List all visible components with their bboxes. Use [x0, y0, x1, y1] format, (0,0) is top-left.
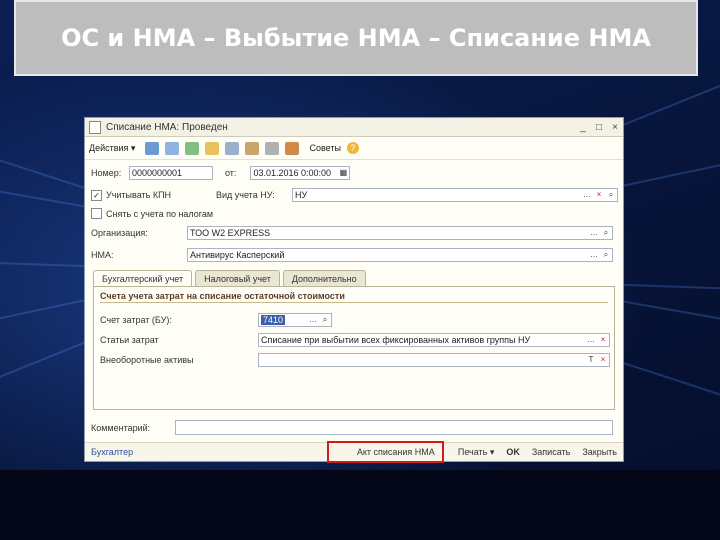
account-select-button[interactable]: …: [307, 314, 319, 326]
nma-label: НМА:: [91, 250, 114, 260]
expense-field[interactable]: Списание при выбытии всех фиксированных …: [258, 333, 610, 347]
consider-kpn-label: Учитывать КПН: [106, 190, 172, 200]
noncurrent-clear-icon[interactable]: ×: [597, 354, 609, 366]
window-titlebar[interactable]: Списание НМА: Проведен _ □ ×: [85, 118, 623, 137]
slide-title: ОС и НМА – Выбытие НМА – Списание НМА: [61, 24, 651, 52]
save-button[interactable]: Записать: [526, 447, 576, 457]
expense-label: Статьи затрат: [100, 335, 159, 345]
actions-menu[interactable]: Действия ▾: [89, 143, 135, 154]
slide-bottom-band: [0, 470, 720, 540]
account-search-icon[interactable]: ⌕: [319, 314, 331, 326]
user-link[interactable]: Бухгалтер: [91, 447, 340, 457]
structure-icon[interactable]: [205, 141, 220, 155]
org-select-button[interactable]: …: [588, 227, 600, 239]
noncurrent-label: Внеоборотные активы: [100, 355, 194, 365]
search-icon[interactable]: ⌕: [605, 189, 617, 201]
nma-search-icon[interactable]: ⌕: [600, 249, 612, 261]
remove-tax-checkbox[interactable]: [91, 208, 102, 219]
tab-additional[interactable]: Дополнительно: [282, 270, 366, 287]
advice-button[interactable]: Советы: [309, 143, 340, 153]
copy-icon[interactable]: [165, 141, 180, 155]
accounting-panel: Счета учета затрат на списание остаточно…: [93, 286, 615, 410]
nma-select-button[interactable]: …: [588, 249, 600, 261]
select-button[interactable]: …: [581, 189, 593, 201]
refresh-icon[interactable]: [185, 141, 200, 155]
slide-title-box: ОС и НМА – Выбытие НМА – Списание НМА: [14, 0, 698, 76]
dt-kt-icon[interactable]: [245, 141, 260, 155]
post-icon[interactable]: [145, 141, 160, 155]
nma-field[interactable]: Антивирус Касперский … ⌕: [187, 248, 613, 262]
section-title: Счета учета затрат на списание остаточно…: [100, 291, 345, 301]
document-window: Списание НМА: Проведен _ □ × Действия ▾ …: [84, 117, 624, 462]
document-icon: [89, 120, 101, 134]
consider-kpn-checkbox[interactable]: ✓: [91, 189, 102, 201]
date-value: 03.01.2016 0:00:00: [253, 168, 332, 178]
org-value: ТОО W2 EXPRESS: [190, 228, 271, 238]
account-field[interactable]: 7410 … ⌕: [258, 313, 332, 327]
nma-value: Антивирус Касперский: [190, 250, 285, 260]
type-t-icon[interactable]: T: [585, 354, 597, 366]
org-label: Организация:: [91, 228, 148, 238]
advice-icon[interactable]: [285, 141, 300, 155]
date-field[interactable]: 03.01.2016 0:00:00 ▦: [250, 166, 351, 180]
tax-type-value: НУ: [295, 190, 308, 200]
tax-type-field[interactable]: НУ … × ⌕: [292, 188, 618, 202]
print-menu[interactable]: Печать ▾: [452, 447, 501, 458]
toolbar: Действия ▾ Советы ?: [85, 137, 623, 160]
tax-type-label: Вид учета НУ:: [216, 190, 275, 200]
account-value: 7410: [261, 315, 286, 325]
noncurrent-field[interactable]: T ×: [258, 353, 610, 367]
expense-select-button[interactable]: …: [585, 334, 597, 346]
clear-icon[interactable]: ×: [593, 189, 605, 201]
comment-label: Комментарий:: [91, 422, 151, 433]
ok-button[interactable]: OK: [500, 447, 526, 457]
org-search-icon[interactable]: ⌕: [600, 227, 612, 239]
account-label: Счет затрат (БУ):: [100, 315, 172, 325]
minimize-button[interactable]: _: [575, 122, 591, 133]
report-icon[interactable]: [265, 141, 280, 155]
expense-clear-icon[interactable]: ×: [597, 334, 609, 346]
number-field[interactable]: 0000000001: [129, 166, 213, 180]
help-icon[interactable]: ?: [346, 142, 359, 154]
section-divider: [100, 302, 608, 303]
close-button[interactable]: Закрыть: [576, 447, 623, 457]
number-label: Номер:: [91, 168, 122, 178]
calendar-icon[interactable]: ▦: [337, 167, 349, 179]
org-field[interactable]: ТОО W2 EXPRESS … ⌕: [187, 226, 613, 240]
window-title: Списание НМА: Проведен: [106, 121, 228, 133]
highlight-box: [327, 441, 444, 463]
tab-tax-accounting[interactable]: Налоговый учет: [195, 270, 280, 287]
close-window-button[interactable]: ×: [607, 122, 623, 133]
comment-field[interactable]: [175, 420, 613, 435]
maximize-button[interactable]: □: [591, 122, 607, 133]
expense-value: Списание при выбытии всех фиксированных …: [261, 335, 531, 345]
date-label: от:: [225, 168, 237, 178]
remove-tax-label: Снять с учета по налогам: [106, 208, 214, 219]
journal-icon[interactable]: [225, 141, 240, 155]
